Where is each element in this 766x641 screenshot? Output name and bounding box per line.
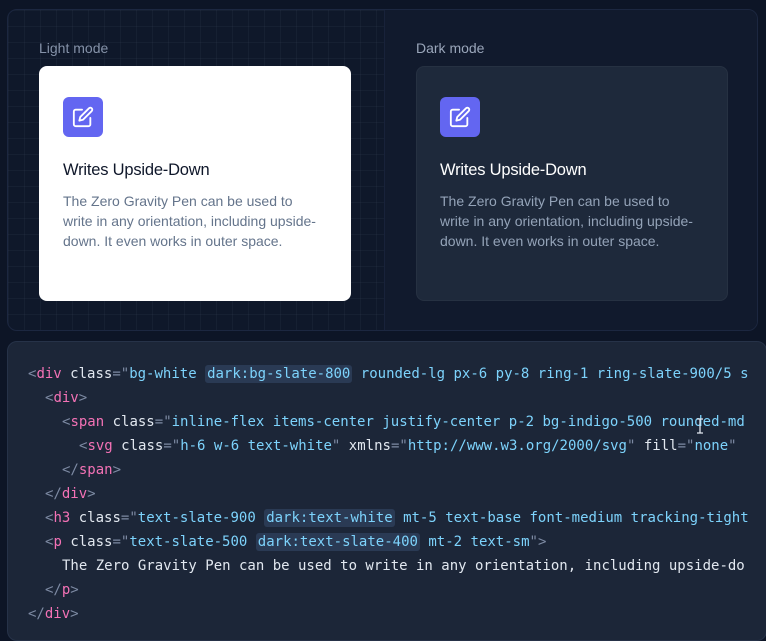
pencil-square-icon (440, 97, 480, 137)
code-line: </div> (45, 486, 96, 502)
dark-mode-half: Dark mode Writes Upside-Down The Zero Gr… (384, 10, 757, 330)
card-title: Writes Upside-Down (440, 161, 587, 179)
text-cursor-icon (697, 418, 703, 434)
dark-feature-card: Writes Upside-Down The Zero Gravity Pen … (416, 66, 728, 301)
code-line: <p class="text-slate-500 dark:text-slate… (45, 533, 547, 551)
preview-panel: Light mode Writes Upside-Down The Zero G… (7, 9, 758, 331)
light-mode-half: Light mode Writes Upside-Down The Zero G… (8, 10, 384, 330)
light-mode-label: Light mode (39, 40, 109, 56)
card-description: The Zero Gravity Pen can be used to writ… (63, 193, 316, 249)
pencil-square-icon (63, 97, 103, 137)
code-line: <span class="inline-flex items-center ju… (62, 414, 745, 430)
code-line: <div> (45, 390, 88, 406)
card-description: The Zero Gravity Pen can be used to writ… (440, 193, 693, 249)
light-feature-card: Writes Upside-Down The Zero Gravity Pen … (39, 66, 351, 301)
code-line: </span> (62, 462, 122, 478)
code-line: </p> (45, 582, 79, 598)
code-line: <svg class="h-6 w-6 text-white" xmlns="h… (79, 438, 737, 454)
dark-mode-label: Dark mode (416, 40, 485, 56)
code-line: <h3 class="text-slate-900 dark:text-whit… (45, 509, 749, 527)
code-line: </div> (28, 606, 79, 622)
code-line: The Zero Gravity Pen can be used to writ… (62, 558, 745, 574)
code-line: <div class="bg-white dark:bg-slate-800 r… (28, 365, 749, 383)
card-title: Writes Upside-Down (63, 161, 210, 179)
code-block[interactable]: <div class="bg-white dark:bg-slate-800 r… (7, 341, 766, 641)
